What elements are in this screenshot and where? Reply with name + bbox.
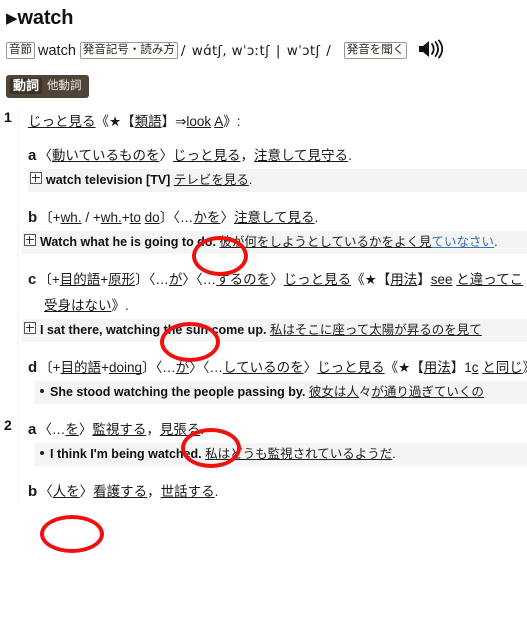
subsense-letter: a: [28, 421, 37, 438]
speaker-icon[interactable]: [417, 39, 444, 65]
plus-box-icon[interactable]: [24, 234, 36, 246]
subsense-2b: b 〈人を〉看護する，世話する.: [0, 479, 527, 505]
subsense-letter: d: [28, 359, 38, 376]
ipa-close: /: [326, 43, 332, 59]
subsense-text: 〔+目的語+doing〕〈…が〉〈…しているのを〉じっと見る《★【用法】1c と…: [39, 360, 527, 375]
example-en: watch television [TV]: [46, 173, 171, 187]
subsense-1a: a 〈動いているものを〉じっと見る，注意して見守る.: [0, 143, 527, 169]
subsense-text: 〔+wh. / +wh.+to do〕〈…かを〉注意して見る.: [39, 210, 319, 225]
subsense-letter: b: [28, 209, 38, 226]
bullet-icon: [40, 389, 44, 393]
circle-2a-wo: [40, 515, 104, 553]
example-row[interactable]: I sat there, watching the sun come up. 私…: [22, 319, 527, 342]
sense-1: 1 じっと見る《★【類語】⇒look A》:: [0, 109, 527, 135]
subsense-1b: b 〔+wh. / +wh.+to do〕〈…かを〉注意して見る.: [0, 205, 527, 231]
example-row[interactable]: watch television [TV] テレビを見る.: [28, 169, 527, 192]
example-ja: 私はどうも監視されているようだ.: [205, 447, 396, 461]
pos-sub-label: 他動詞: [47, 80, 82, 92]
subsense-text: 〈動いているものを〉じっと見る，注意して見守る.: [38, 148, 352, 163]
example-row[interactable]: Watch what he is going to do. 彼が何をしようとして…: [22, 231, 527, 254]
example-ja: 私はそこに座って太陽が昇るのを見て: [269, 323, 482, 337]
sense-number: 2: [4, 417, 12, 433]
sense-1-head: じっと見る《★【類語】⇒look A》:: [28, 114, 241, 129]
example-en: Watch what he is going to do.: [40, 235, 216, 249]
subsense-text: 〔+目的語+原形〕〈…が〉〈…するのを〉じっと見る《★【用法】see と違ってこ: [38, 272, 524, 287]
part-of-speech-chip[interactable]: 動詞 他動詞: [6, 75, 89, 98]
page-title: watch: [17, 7, 74, 29]
subsense-1d: d 〔+目的語+doing〕〈…が〉〈…しているのを〉じっと見る《★【用法】1c …: [0, 355, 527, 381]
subsense-text: 〈人を〉看護する，世話する.: [39, 484, 219, 499]
subsense-text: 〈…を〉監視する，見張る.: [38, 422, 205, 437]
example-ja-link[interactable]: ていなさい: [432, 235, 495, 249]
subsense-letter: a: [28, 147, 37, 164]
example-ja: 彼が何をしようとしているかをよく見: [219, 235, 432, 249]
example-ja: テレビを見る.: [173, 173, 253, 187]
ipa-separator: |: [275, 43, 281, 59]
example-ja-tail: .: [494, 235, 498, 249]
ipa-open: /: [180, 43, 186, 59]
pronunciation-row: 音節 watch 発音記号・読み方 / wɑ́tʃ, wˈɔːtʃ | wˈɔtʃ / 発音を…: [0, 39, 527, 65]
example-en: She stood watching the people passing by…: [50, 385, 306, 399]
sense-2: 2 a 〈…を〉監視する，見張る.: [0, 417, 527, 443]
play-triangle-icon: ▶: [6, 10, 18, 27]
subsense-2a: a 〈…を〉監視する，見張る.: [0, 417, 527, 443]
ipa-us: wɑ́tʃ, wˈɔːtʃ: [191, 43, 270, 59]
part-of-speech-row: 動詞 他動詞: [0, 75, 527, 98]
left-guide-line: [18, 109, 19, 505]
plus-box-icon[interactable]: [30, 172, 42, 184]
listen-pronunciation-button[interactable]: 発音を聞く: [343, 42, 408, 59]
subsense-letter: c: [28, 271, 37, 288]
example-row[interactable]: She stood watching the people passing by…: [34, 381, 527, 404]
headword-row: ▶watch: [0, 0, 527, 30]
subsense-letter: b: [28, 483, 38, 500]
subsense-1c: c 〔+目的語+原形〕〈…が〉〈…するのを〉じっと見る《★【用法】see と違って…: [0, 267, 527, 293]
example-ja: 彼女は人々が通り過ぎていくの: [308, 385, 484, 399]
example-row[interactable]: I think I'm being watched. 私はどうも監視されているよ…: [34, 443, 527, 466]
phonetic-label: 発音記号・読み方: [79, 42, 178, 59]
sense-number: 1: [4, 109, 12, 125]
bullet-icon: [40, 451, 44, 455]
example-en: I think I'm being watched.: [50, 447, 202, 461]
subsense-1c-line2: 受身はない》.: [44, 298, 129, 313]
syllable-label: 音節: [6, 42, 35, 59]
syllable-value: watch: [38, 43, 76, 59]
example-en: I sat there, watching the sun come up.: [40, 323, 267, 337]
plus-box-icon[interactable]: [24, 322, 36, 334]
ipa-uk: wˈɔtʃ: [286, 43, 321, 59]
definition-body: 1 じっと見る《★【類語】⇒look A》: a 〈動いているものを〉じっと見る，…: [0, 109, 527, 505]
pos-main-label: 動詞: [10, 78, 43, 94]
